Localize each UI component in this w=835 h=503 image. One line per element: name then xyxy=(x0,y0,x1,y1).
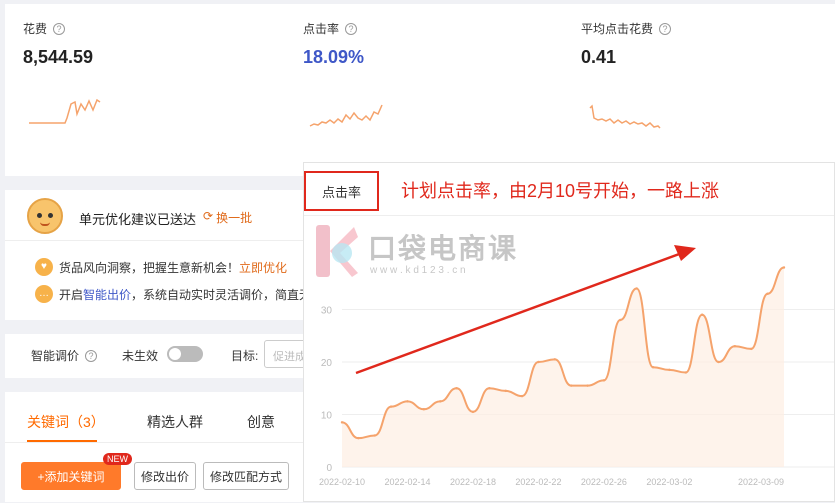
x-tick-label: 2022-02-14 xyxy=(384,477,430,487)
data-point xyxy=(782,266,786,269)
tab-keywords[interactable]: 关键词（3） xyxy=(27,412,105,432)
metric-ctr-label: 点击率 xyxy=(303,22,340,36)
add-keyword-button[interactable]: +添加关键词 xyxy=(21,462,121,490)
data-point xyxy=(422,408,426,411)
data-point xyxy=(700,313,704,316)
suggestion-item: ♥ 货品风向洞察，把握生意新机会！ 立即优化 xyxy=(35,258,287,276)
new-badge: NEW xyxy=(103,453,132,465)
y-tick-label: 30 xyxy=(321,306,333,317)
data-point xyxy=(389,405,393,408)
data-point xyxy=(520,394,524,398)
smart-bid-toggle[interactable] xyxy=(167,346,203,362)
x-tick-label: 2022-02-10 xyxy=(319,477,365,487)
chat-bubble-icon: ♥ xyxy=(35,258,53,276)
x-tick-label: 2022-02-26 xyxy=(581,477,627,487)
chart-panel: 点击率 计划点击率，由2月10号开始，一路上涨 口袋电商课 w w w . k … xyxy=(303,162,835,502)
y-tick-label: 20 xyxy=(321,358,333,369)
x-tick-label: 2022-02-22 xyxy=(515,477,561,487)
suggestion-item-link[interactable]: 智能出价 xyxy=(83,288,131,302)
x-tick-label: 2022-02-18 xyxy=(450,477,496,487)
refresh-label: 换一批 xyxy=(216,211,253,225)
tab-audience[interactable]: 精选人群 xyxy=(147,412,203,432)
metric-cpc: 平均点击花费? 0.41 xyxy=(581,20,672,68)
refresh-button[interactable]: ⟳ 换一批 xyxy=(203,209,252,226)
x-tick-label: 2022-03-02 xyxy=(646,477,692,487)
data-point xyxy=(619,318,622,322)
data-point xyxy=(504,389,507,393)
ctr-sparkline xyxy=(309,104,383,127)
data-point xyxy=(537,360,540,364)
data-point xyxy=(602,379,606,382)
data-point xyxy=(733,345,737,348)
data-point xyxy=(668,368,671,372)
edit-match-button[interactable]: 修改匹配方式 xyxy=(203,462,289,490)
data-point xyxy=(717,360,720,364)
refresh-icon: ⟳ xyxy=(203,209,214,223)
metric-cost-label: 花费 xyxy=(23,22,48,36)
metrics-panel: 花费? 8,544.59 点击率? 18.09% 平均点击花费? 0.41 xyxy=(5,4,835,176)
data-point xyxy=(357,436,360,440)
data-point xyxy=(569,384,573,387)
help-icon[interactable]: ? xyxy=(85,349,98,362)
edit-bid-button[interactable]: 修改出价 xyxy=(134,462,196,490)
tab-creative[interactable]: 创意 xyxy=(247,412,275,432)
data-point xyxy=(750,347,753,351)
data-point xyxy=(635,287,638,290)
suggestion-title: 单元优化建议已送达 xyxy=(79,212,197,227)
data-point xyxy=(651,366,655,369)
data-point xyxy=(684,371,687,374)
data-point xyxy=(439,400,442,403)
suggestion-item-suffix: ，系统自动实时灵活调价，简直无敌 xyxy=(131,287,324,302)
metric-cpc-label: 平均点击花费 xyxy=(581,22,654,36)
metric-cpc-value: 0.41 xyxy=(581,47,617,67)
data-point xyxy=(488,387,491,390)
annotation-arrow-head xyxy=(674,245,696,261)
x-tick-label: 2022-03-09 xyxy=(738,477,784,487)
help-icon[interactable]: ? xyxy=(345,22,358,35)
help-icon[interactable]: ? xyxy=(659,22,672,35)
y-tick-label: 0 xyxy=(326,463,332,474)
ctr-chart: 0 10 20 30 2022-02-10 2022-02-14 2022-02-18 202… xyxy=(319,245,834,487)
smart-bid-label: 智能调价? xyxy=(31,347,98,364)
suggestion-item-prefix: 开启 xyxy=(59,287,84,302)
suggestion-panel: 单元优化建议已送达 ⟳ 换一批 ♥ 货品风向洞察，把握生意新机会！ 立即优化 …… xyxy=(5,190,323,320)
target-label: 目标: xyxy=(231,349,259,363)
bot-avatar xyxy=(27,198,63,234)
cpc-sparkline xyxy=(589,104,661,129)
data-point xyxy=(553,358,557,361)
help-icon[interactable]: ? xyxy=(53,22,66,35)
smart-bid-panel: 智能调价? 未生效 目标: 促进成 xyxy=(5,334,314,378)
target-placeholder: 促进成 xyxy=(273,351,306,363)
tabs-panel: 关键词（3） 精选人群 创意 +添加关键词 NEW 修改出价 修改匹配方式 xyxy=(5,392,305,502)
data-point xyxy=(586,384,589,387)
y-tick-label: 10 xyxy=(321,411,333,422)
suggestion-item-text: 货品风向洞察，把握生意新机会！ xyxy=(59,260,240,275)
data-point xyxy=(471,410,475,414)
chat-bubble-icon: … xyxy=(35,285,53,303)
suggestion-item-link[interactable]: 立即优化 xyxy=(239,259,287,276)
cost-sparkline xyxy=(29,98,101,124)
smart-bid-status: 未生效 xyxy=(122,349,159,363)
smart-bid-label-text: 智能调价 xyxy=(31,349,80,363)
metric-cost-value: 8,544.59 xyxy=(23,47,94,67)
metric-ctr: 点击率? 18.09% xyxy=(303,20,364,68)
data-point xyxy=(766,292,769,295)
data-point xyxy=(340,421,344,424)
metric-ctr-value: 18.09% xyxy=(303,47,365,67)
data-point xyxy=(406,400,409,403)
suggestion-item: … 开启智能出价，系统自动实时灵活调价，简直无敌 xyxy=(35,285,323,303)
metric-cost: 花费? 8,544.59 xyxy=(23,20,93,68)
data-point xyxy=(455,387,458,390)
data-point xyxy=(373,434,376,437)
